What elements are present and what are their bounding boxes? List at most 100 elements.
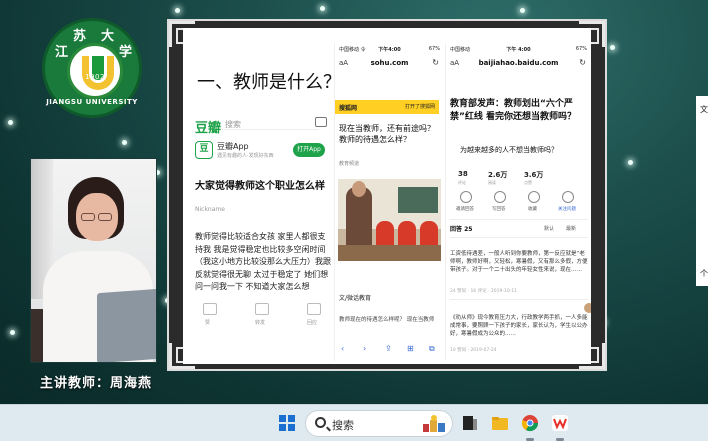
baijiahao-subtitle: 为越来越多的人不想当教师吗？ — [460, 146, 558, 154]
divider — [450, 219, 588, 220]
webcam-laptop — [97, 288, 156, 362]
logo-char: 江 — [55, 45, 69, 60]
side-window-text: 文 — [700, 105, 708, 114]
windows-logo-icon — [279, 415, 286, 422]
sohu-question: 现在当教师，还有前途吗？教师的待遇怎么样？ — [339, 124, 435, 144]
start-button[interactable] — [279, 415, 295, 431]
stat-label: 点赞 — [524, 180, 532, 185]
file-explorer-icon[interactable] — [491, 414, 509, 432]
classroom-photo — [338, 179, 441, 261]
douban-body-text: 教师觉得比较适合女孩 家里人都很支持我 我是觉得稳定也比较多空闲时间（我这小地方… — [195, 232, 331, 291]
action-label: 邀请回答 — [456, 207, 474, 212]
invite-icon — [460, 191, 472, 203]
search-highlight-icon — [423, 415, 445, 432]
photo-desk — [338, 245, 441, 261]
douban-app-icon: 豆 — [195, 141, 213, 159]
sohu-author: 教育频道 — [339, 161, 360, 167]
action-label: 关注问题 — [558, 207, 576, 212]
comment-icon — [307, 303, 321, 315]
browser-bookmarks-icon: ⊞ — [407, 344, 414, 353]
windows-taskbar: 搜索 — [0, 404, 708, 441]
avatar — [584, 303, 591, 313]
sparkle — [320, 6, 325, 11]
taskbar-search-box[interactable]: 搜索 — [305, 410, 453, 437]
university-logo: 江 苏 大 学 1902 JIANGSU UNIVERSITY — [42, 18, 142, 118]
logo-english-name: JIANGSU UNIVERSITY — [46, 98, 138, 106]
sparkle — [10, 330, 15, 335]
stat-label: 阅读 — [488, 180, 496, 185]
phone-status-bar: 中国移动 令 下午4:00 67% — [335, 43, 444, 55]
share-icon — [255, 303, 269, 315]
douban-open-app-button: 打开App — [293, 143, 325, 157]
browser-url: sohu.com — [370, 59, 409, 67]
action-label: 收藏 — [528, 207, 537, 212]
sort-option: 最新 — [566, 226, 577, 232]
logo-char: 学 — [119, 45, 133, 60]
divider — [450, 299, 588, 300]
taskbar-search-text: 搜索 — [332, 419, 354, 432]
stat-value: 38 — [458, 170, 468, 178]
logo-year: 1902 — [85, 73, 105, 81]
sohu-subtitle: 文/微话教育 — [339, 295, 372, 302]
douban-app-subtitle: 遇见有趣的人·发现好东西 — [217, 153, 274, 159]
wps-office-icon[interactable] — [551, 414, 569, 432]
message-icon — [315, 117, 327, 127]
windows-logo-icon — [288, 415, 295, 422]
background-window-edge[interactable] — [696, 96, 708, 286]
douban-headline: 大家觉得教师这个职业怎么样 — [195, 181, 325, 192]
reload-icon: ↻ — [579, 58, 586, 67]
logo-char: 苏 — [73, 29, 87, 44]
baijiahao-headline: 教育部发声：教师划出“六个严禁”红线 看完你还想当教师吗？ — [450, 99, 577, 122]
divider — [450, 237, 588, 238]
stat-label: 评论 — [458, 180, 466, 185]
windows-logo-icon — [288, 424, 295, 431]
douban-footer-label: 回应 — [307, 320, 318, 326]
logo-emblem: 1902 — [67, 43, 123, 99]
phone-status-bar: 中国移动 下午 4:00 67% — [446, 43, 591, 55]
stat-value: 2.6万 — [488, 171, 508, 179]
answer-text: 工资低待遇差，一般人听到你要教师，第一反应就是“老师啊，教师好啊，又轻松，寒暑假… — [450, 251, 588, 273]
status-time: 下午4:00 — [378, 47, 401, 53]
follow-icon — [562, 191, 574, 203]
douban-footer-label: 转发 — [255, 320, 266, 326]
status-time: 下午 4:00 — [506, 47, 531, 53]
star-icon — [528, 191, 540, 203]
photo-teacher-head — [352, 181, 366, 197]
sohu-brand: 搜狐网 — [339, 105, 358, 112]
douban-footer-label: 赞 — [205, 320, 211, 326]
status-battery: 67% — [575, 46, 587, 52]
sohu-text-line: 教师现在的待遇怎么样呢？ 现在当教师 — [339, 317, 435, 323]
browser-share-icon: ⇪ — [385, 344, 392, 353]
reply-count: 回答 25 — [450, 226, 473, 233]
answer-meta: 10 赞同 · 2019-07-24 — [450, 348, 497, 353]
action-label: 写回答 — [492, 207, 506, 212]
sparkle — [122, 140, 127, 145]
reload-icon: ↻ — [432, 58, 439, 67]
sparkle — [520, 8, 525, 13]
windows-logo-icon — [279, 424, 286, 431]
douban-search-placeholder: 搜索 — [225, 120, 241, 129]
sohu-phone-screenshot: 中国移动 令 下午4:00 67% aA sohu.com ↻ 搜狐网 打开了搜… — [334, 43, 444, 361]
logo-char: 大 — [101, 29, 115, 44]
teacher-webcam — [30, 158, 157, 363]
douban-author: Nickname — [195, 206, 225, 213]
webcam-glasses — [98, 213, 112, 221]
teacher-name-label: 主讲教师：周海燕 — [40, 376, 153, 391]
chrome-icon[interactable] — [521, 414, 539, 432]
search-icon — [315, 417, 326, 428]
douban-app-name: 豆瓣App — [217, 142, 249, 151]
sparkle — [8, 120, 13, 125]
sparkle — [610, 45, 615, 50]
browser-url: baijiahao.baidu.com — [478, 59, 559, 67]
stat-value: 3.6万 — [524, 171, 544, 179]
browser-url-bar: aA sohu.com ↻ — [335, 55, 444, 73]
sparkle — [628, 160, 633, 165]
browser-forward-icon: › — [363, 344, 367, 353]
browser-back-icon: ‹ — [341, 344, 345, 353]
like-icon — [203, 303, 217, 315]
task-view-icon[interactable] — [461, 414, 479, 432]
sparkle — [175, 8, 180, 13]
sohu-header-bar: 搜狐网 打开了搜狐网 — [335, 100, 439, 114]
side-window-text: 个 — [700, 269, 708, 278]
answer-meta: 24 赞同 · 16 评论 · 2019-10-11 — [450, 289, 518, 294]
